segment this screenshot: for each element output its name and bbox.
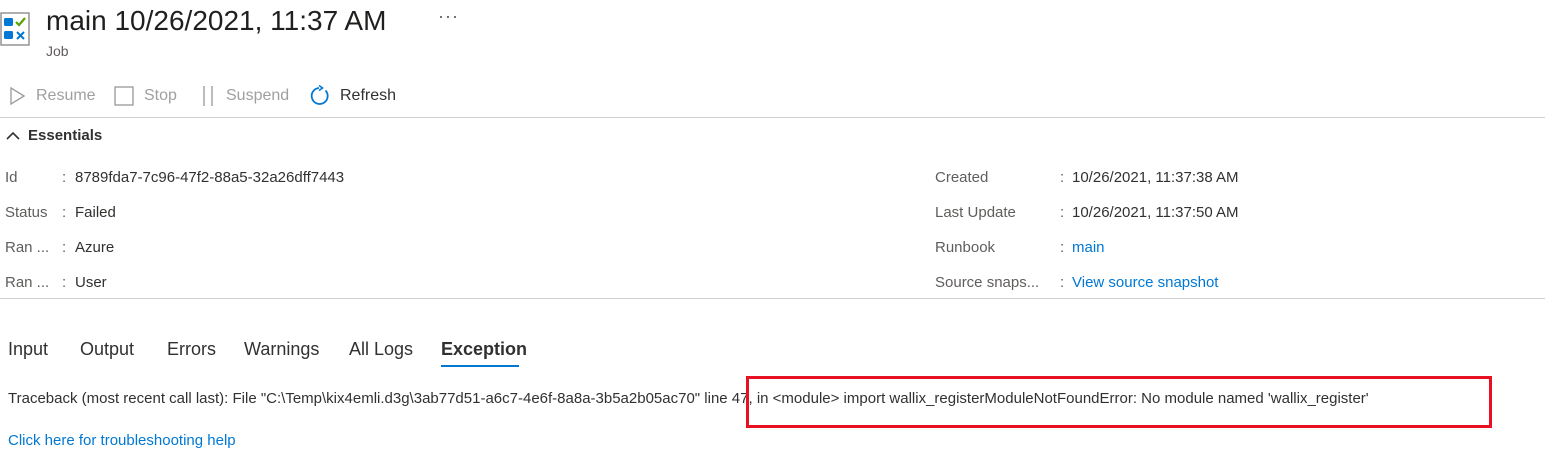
runbook-separator: : [1060, 239, 1065, 256]
play-icon [10, 86, 26, 106]
last-update-key: Last Update [935, 204, 1016, 221]
stop-button[interactable]: Stop [114, 85, 177, 107]
ran-on-value: Azure [75, 239, 115, 256]
status-separator: : [62, 204, 67, 221]
pause-icon [203, 86, 213, 106]
runbook-link[interactable]: main [1072, 238, 1105, 258]
suspend-button[interactable]: Suspend [200, 85, 289, 107]
runbook-job-icon [0, 12, 30, 46]
id-separator: : [62, 169, 67, 186]
resume-label: Resume [36, 87, 96, 104]
last-update-value: 10/26/2021, 11:37:50 AM [1072, 204, 1239, 221]
stop-label: Stop [144, 87, 177, 104]
last-update-separator: : [1060, 204, 1065, 221]
source-snapshot-key: Source snaps... [935, 274, 1040, 291]
view-source-snapshot-link[interactable]: View source snapshot [1072, 273, 1218, 293]
id-key: Id [5, 169, 18, 186]
ran-by-separator: : [62, 274, 67, 291]
tab-output[interactable]: Output [80, 338, 134, 360]
stop-icon [114, 86, 134, 106]
tab-exception[interactable]: Exception [441, 338, 527, 360]
more-options-button[interactable]: ··· [438, 6, 459, 27]
exception-traceback-path: Traceback (most recent call last): File … [8, 390, 701, 407]
tab-warnings[interactable]: Warnings [244, 338, 319, 360]
id-value: 8789fda7-7c96-47f2-88a5-32a26dff7443 [75, 169, 345, 186]
refresh-icon [310, 85, 329, 105]
toolbar-divider [0, 117, 1545, 118]
active-tab-indicator [441, 365, 519, 367]
ran-on-separator: : [62, 239, 67, 256]
created-key: Created [935, 169, 989, 186]
essentials-title: Essentials [28, 127, 103, 144]
error-highlight-box [746, 376, 1492, 428]
essentials-divider [0, 298, 1545, 299]
resume-button[interactable]: Resume [8, 85, 96, 107]
tab-all-logs[interactable]: All Logs [349, 338, 413, 360]
troubleshooting-help-link[interactable]: Click here for troubleshooting help [8, 432, 236, 449]
created-separator: : [1060, 169, 1065, 186]
ran-by-key: Ran ... [5, 274, 50, 291]
refresh-label: Refresh [340, 87, 397, 104]
status-key: Status [5, 204, 48, 221]
created-value: 10/26/2021, 11:37:38 AM [1072, 169, 1239, 186]
essentials-toggle[interactable]: Essentials [6, 127, 102, 144]
tab-errors[interactable]: Errors [167, 338, 216, 360]
status-value: Failed [75, 204, 116, 221]
refresh-button[interactable]: Refresh [308, 85, 396, 107]
runbook-key: Runbook [935, 239, 996, 256]
chevron-up-icon [6, 131, 20, 140]
ran-on-key: Ran ... [5, 239, 50, 256]
suspend-label: Suspend [226, 87, 290, 104]
source-snapshot-separator: : [1060, 274, 1065, 291]
page-title: main 10/26/2021, 11:37 AM [46, 5, 387, 36]
page-subtitle: Job [46, 43, 69, 59]
ran-by-value: User [75, 274, 107, 291]
tab-input[interactable]: Input [8, 338, 48, 360]
